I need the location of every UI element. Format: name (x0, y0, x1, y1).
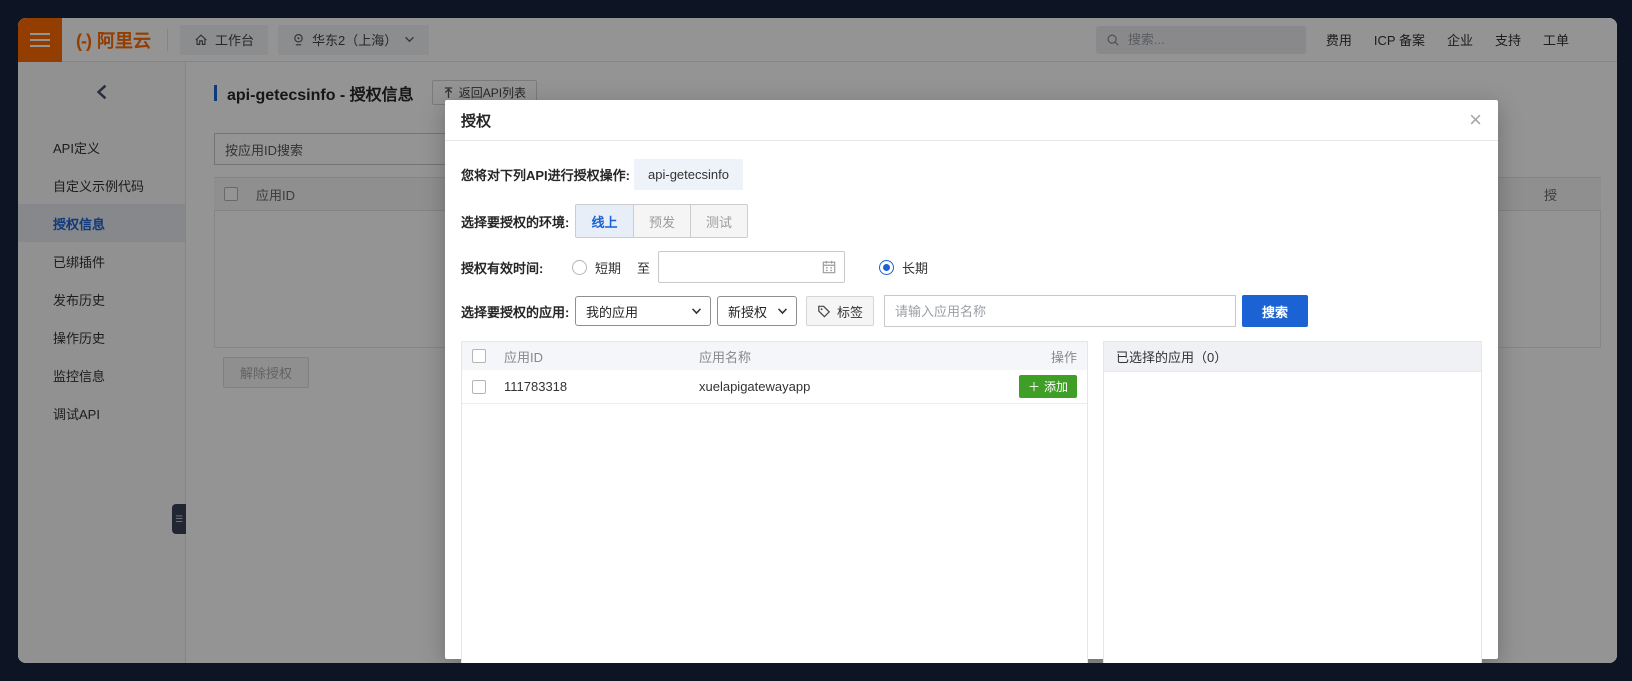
short-term-radio[interactable] (572, 259, 587, 275)
api-name-tag: api-getecsinfo (634, 159, 743, 190)
col-app-id: 应用ID (504, 349, 544, 365)
cell-app-name: xuelapigatewayapp (699, 379, 811, 394)
selected-apps-header: 已选择的应用（0） (1104, 342, 1481, 372)
row-checkbox[interactable] (472, 379, 486, 394)
valid-time-label: 授权有效时间: (461, 260, 544, 276)
api-operation-label: 您将对下列API进行授权操作: (461, 168, 631, 183)
expiry-date-input[interactable] (658, 251, 846, 283)
authorize-modal: 授权 × 您将对下列API进行授权操作: api-getecsinfo 选择要授… (445, 100, 1498, 663)
tag-filter-button[interactable]: 标签 (806, 296, 875, 326)
short-term-label: 短期 (595, 260, 622, 276)
auth-type-select[interactable]: 新授权 (717, 296, 797, 326)
selected-apps-panel: 已选择的应用（0） (1103, 341, 1482, 663)
modal-title: 授权 (461, 112, 492, 130)
cell-app-id: 111783318 (504, 379, 568, 394)
until-label: 至 (637, 260, 651, 276)
chevron-down-icon (777, 307, 788, 314)
app-name-input[interactable] (884, 295, 1237, 327)
tag-icon (818, 305, 831, 318)
env-button-group: 线上 预发 测试 (575, 204, 748, 238)
modal-select-all-checkbox[interactable] (472, 349, 486, 363)
long-term-label: 长期 (902, 260, 929, 276)
apps-table-header: 应用ID 应用名称 操作 (462, 342, 1087, 370)
col-action: 操作 (1050, 349, 1077, 365)
close-icon[interactable]: × (1469, 109, 1482, 131)
env-tab-online[interactable]: 线上 (576, 205, 633, 237)
browser-window: (-) 阿里云 工作台 华东2（上海） 费用 ICP 备案 企业 支持 工单 (18, 18, 1617, 663)
add-app-button[interactable]: ＋ 添加 (1018, 375, 1077, 398)
selectable-apps-table: 应用ID 应用名称 操作 111783318 xuelapigatewayapp… (461, 341, 1088, 663)
env-tab-test[interactable]: 测试 (690, 205, 747, 237)
app-source-select[interactable]: 我的应用 (575, 296, 711, 326)
env-tab-staging[interactable]: 预发 (633, 205, 690, 237)
table-row: 111783318 xuelapigatewayapp ＋ 添加 (462, 370, 1087, 404)
long-term-radio[interactable] (879, 259, 895, 275)
env-label: 选择要授权的环境: (461, 214, 570, 230)
col-app-name: 应用名称 (699, 349, 752, 365)
modal-search-button[interactable]: 搜索 (1242, 295, 1309, 327)
plus-icon: ＋ (1027, 380, 1040, 394)
select-app-label: 选择要授权的应用: (461, 304, 570, 320)
chevron-down-icon (691, 307, 702, 314)
calendar-icon (822, 260, 836, 274)
